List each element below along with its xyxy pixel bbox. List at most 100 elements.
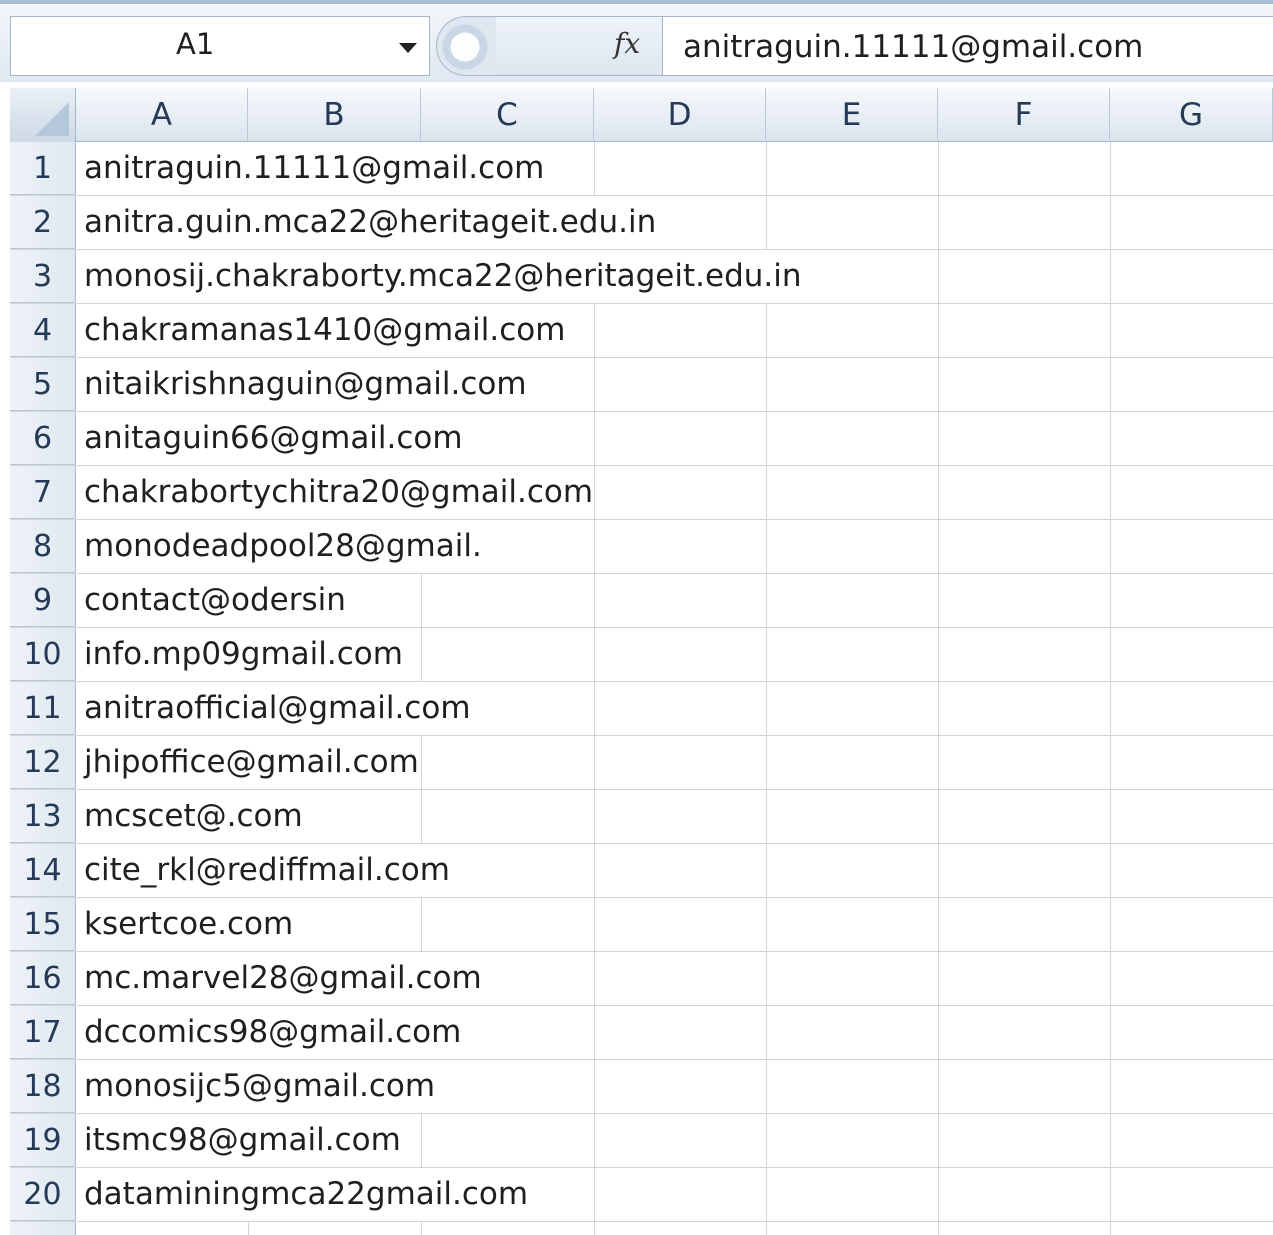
gridline	[766, 1006, 767, 1059]
formula-bar-resize-handle[interactable]	[436, 16, 496, 76]
gridline	[1110, 142, 1111, 195]
gridline	[766, 466, 767, 519]
cell-a12[interactable]: jhipoffice@gmail.com	[76, 736, 419, 789]
row-header[interactable]: 2	[10, 196, 76, 249]
cell-a5[interactable]: nitaikrishnaguin@gmail.com	[76, 358, 527, 411]
gridline	[938, 790, 939, 843]
row-header[interactable]: 9	[10, 574, 76, 627]
row-header[interactable]: 12	[10, 736, 76, 789]
row-header[interactable]	[10, 1222, 76, 1235]
cell-a18[interactable]: monosijc5@gmail.com	[76, 1060, 436, 1113]
cell-a19[interactable]: itsmc98@gmail.com	[76, 1114, 401, 1167]
row-header[interactable]: 20	[10, 1168, 76, 1221]
gridline	[594, 1060, 595, 1113]
row-header[interactable]: 15	[10, 898, 76, 951]
gridline	[1110, 790, 1111, 843]
row-header[interactable]: 1	[10, 142, 76, 195]
name-box[interactable]: A1	[10, 16, 430, 76]
cell-a9[interactable]: contact@odersin	[76, 574, 346, 627]
gridline	[248, 1222, 249, 1235]
gridline	[938, 1168, 939, 1221]
gridline	[766, 412, 767, 465]
cell-a16[interactable]: mc.marvel28@gmail.com	[76, 952, 482, 1005]
gridline	[594, 898, 595, 951]
gridline	[594, 736, 595, 789]
column-header-a[interactable]: A	[76, 88, 248, 142]
table-row: 15 ksertcoe.com	[10, 898, 1273, 952]
column-header-d[interactable]: D	[594, 88, 766, 142]
gridline	[766, 844, 767, 897]
gridline	[1110, 358, 1111, 411]
cell-a4[interactable]: chakramanas1410@gmail.com	[76, 304, 566, 357]
chevron-down-icon[interactable]	[399, 43, 417, 53]
gridline	[594, 952, 595, 1005]
gridline	[1110, 250, 1111, 303]
cell-a2[interactable]: anitra.guin.mca22@heritageit.edu.in	[76, 196, 657, 249]
gridline	[938, 142, 939, 195]
gridline	[938, 682, 939, 735]
select-all-button[interactable]	[10, 88, 76, 142]
gridline	[594, 844, 595, 897]
gridline	[1110, 196, 1111, 249]
row-header[interactable]: 3	[10, 250, 76, 303]
gridline	[766, 574, 767, 627]
column-header-e[interactable]: E	[766, 88, 938, 142]
gridline	[766, 952, 767, 1005]
cell-a20[interactable]: dataminingmca22gmail.com	[76, 1168, 529, 1221]
cell-a11[interactable]: anitraofficial@gmail.com	[76, 682, 471, 735]
gridline	[594, 1006, 595, 1059]
cell-a1[interactable]: anitraguin.11111@gmail.com	[76, 142, 545, 195]
gridline	[1110, 898, 1111, 951]
name-box-value: A1	[176, 27, 215, 61]
cell-a3[interactable]: monosij.chakraborty.mca22@heritageit.edu…	[76, 250, 802, 303]
spreadsheet-grid[interactable]: ABCDEFG 1 anitraguin.11111@gmail.com 2 anit…	[10, 88, 1273, 1235]
gridline	[1110, 844, 1111, 897]
row-header[interactable]: 17	[10, 1006, 76, 1059]
row-header[interactable]: 8	[10, 520, 76, 573]
gridline	[1110, 1222, 1111, 1235]
gridline	[938, 628, 939, 681]
gridline	[594, 682, 595, 735]
gridline	[766, 790, 767, 843]
cell-a8[interactable]: monodeadpool28@gmail.	[76, 520, 482, 573]
gridline	[421, 1222, 422, 1235]
row-header[interactable]: 11	[10, 682, 76, 735]
gridline	[766, 1222, 767, 1235]
formula-input[interactable]: anitraguin.11111@gmail.com	[662, 16, 1273, 76]
cell-a17[interactable]: dccomics98@gmail.com	[76, 1006, 462, 1059]
row-header[interactable]: 7	[10, 466, 76, 519]
table-row: 19 itsmc98@gmail.com	[10, 1114, 1273, 1168]
row-header[interactable]: 10	[10, 628, 76, 681]
gridline	[421, 1114, 422, 1167]
cell-a13[interactable]: mcscet@.com	[76, 790, 303, 843]
row-header[interactable]: 19	[10, 1114, 76, 1167]
insert-function-icon[interactable]: 𝑓x	[614, 27, 640, 60]
gridline	[594, 574, 595, 627]
table-row: 17 dccomics98@gmail.com	[10, 1006, 1273, 1060]
cell-a14[interactable]: cite_rkl@rediffmail.com	[76, 844, 450, 897]
gridline	[1110, 628, 1111, 681]
gridline	[766, 1114, 767, 1167]
cell-a6[interactable]: anitaguin66@gmail.com	[76, 412, 463, 465]
cell-a15[interactable]: ksertcoe.com	[76, 898, 294, 951]
column-header-c[interactable]: C	[421, 88, 594, 142]
row-header[interactable]: 13	[10, 790, 76, 843]
row-header[interactable]: 6	[10, 412, 76, 465]
gridline	[1110, 574, 1111, 627]
row-header[interactable]: 14	[10, 844, 76, 897]
gridline	[766, 898, 767, 951]
column-header-b[interactable]: B	[248, 88, 421, 142]
gridline	[594, 790, 595, 843]
table-row: 18 monosijc5@gmail.com	[10, 1060, 1273, 1114]
gridline	[766, 736, 767, 789]
row-header[interactable]: 18	[10, 1060, 76, 1113]
row-header[interactable]: 4	[10, 304, 76, 357]
column-header-f[interactable]: F	[938, 88, 1110, 142]
row-header[interactable]: 16	[10, 952, 76, 1005]
cell-a7[interactable]: chakrabortychitra20@gmail.com	[76, 466, 594, 519]
gridline	[766, 520, 767, 573]
cell-a10[interactable]: info.mp09gmail.com	[76, 628, 403, 681]
gridline	[938, 1114, 939, 1167]
column-header-g[interactable]: G	[1110, 88, 1273, 142]
row-header[interactable]: 5	[10, 358, 76, 411]
